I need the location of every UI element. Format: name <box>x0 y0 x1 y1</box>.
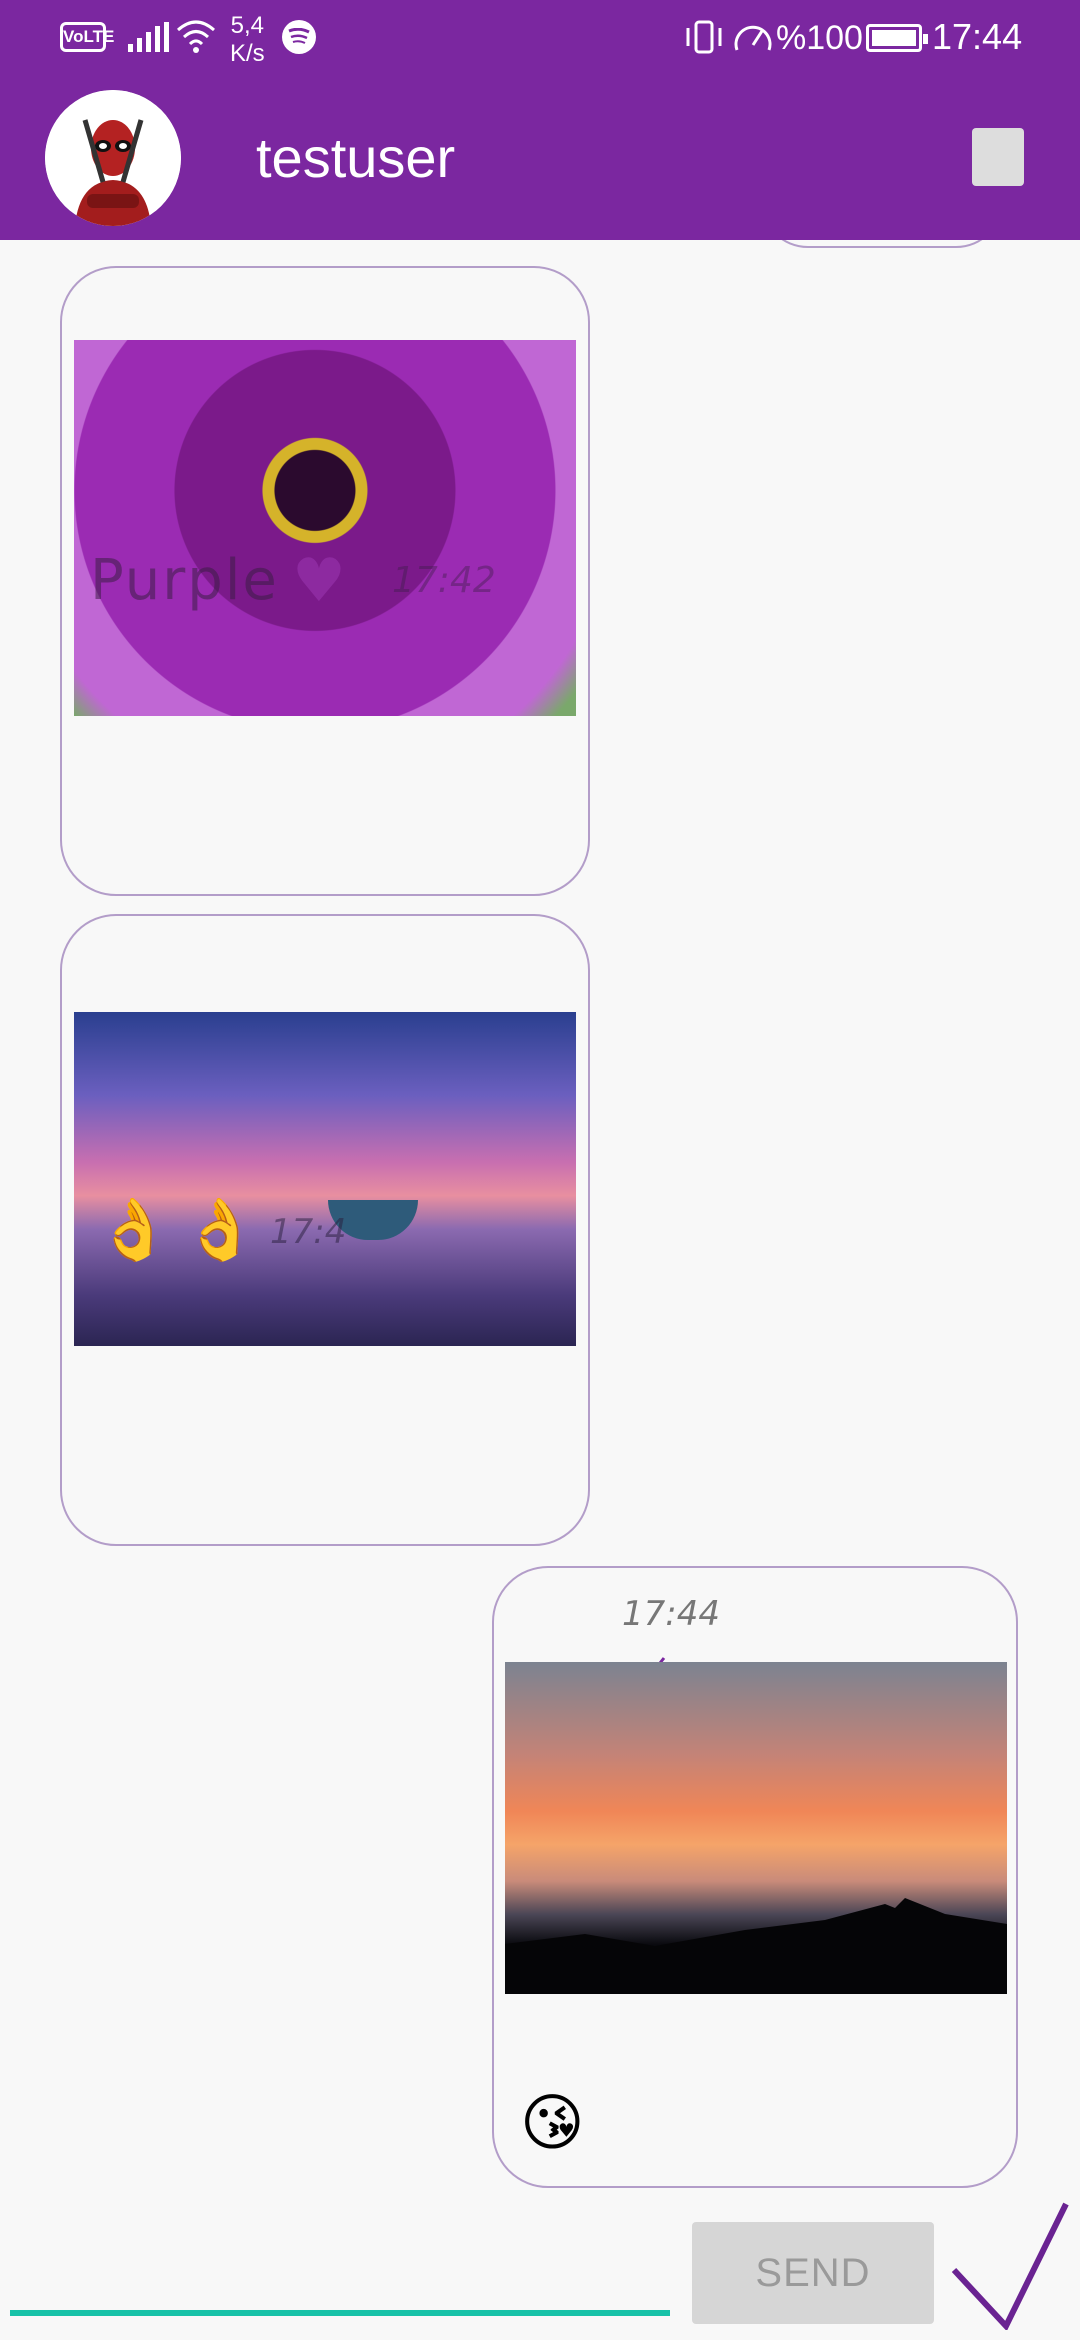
status-clock: 17:44 <box>932 16 1023 57</box>
message-time: 17:4 <box>270 1212 347 1252</box>
check-icon[interactable] <box>950 2200 1070 2335</box>
vibrate-icon <box>684 20 724 54</box>
kiss-emoji: 😘 <box>520 2086 585 2159</box>
network-speed-value: 5,4 <box>230 12 265 39</box>
ok-hand-emoji: 👌👌 <box>96 1195 270 1265</box>
message-time: 17:42 <box>392 560 496 601</box>
wifi-icon <box>176 18 216 54</box>
volte-icon: VoLTE <box>60 22 114 52</box>
signal-icon <box>128 22 170 52</box>
battery-percent: %100 <box>776 19 863 57</box>
status-bar: VoLTE 5,4 K/s %100 17:44 <box>0 0 1080 75</box>
heart-icon: ♥ <box>292 546 346 616</box>
message-input[interactable] <box>10 2230 670 2310</box>
message-time: 17:44 <box>622 1594 720 1634</box>
chat-username: testuser <box>256 126 456 189</box>
battery-icon <box>866 24 928 52</box>
avatar[interactable] <box>45 90 181 226</box>
network-speed-unit: K/s <box>230 40 265 67</box>
speedometer-icon <box>732 18 774 56</box>
send-button[interactable]: SEND <box>692 2222 934 2324</box>
message-text: Purple <box>90 548 279 613</box>
mountain-silhouette <box>505 1898 1007 1994</box>
input-underline <box>10 2310 670 2316</box>
spotify-icon <box>282 20 316 54</box>
message-image-sunset-boat[interactable] <box>74 1012 576 1346</box>
menu-button[interactable] <box>972 128 1024 186</box>
message-image-purple-flower[interactable] <box>74 340 576 716</box>
app-bar: VoLTE 5,4 K/s %100 17:44 testuser <box>0 0 1080 240</box>
network-speed: 5,4 K/s <box>230 12 265 68</box>
